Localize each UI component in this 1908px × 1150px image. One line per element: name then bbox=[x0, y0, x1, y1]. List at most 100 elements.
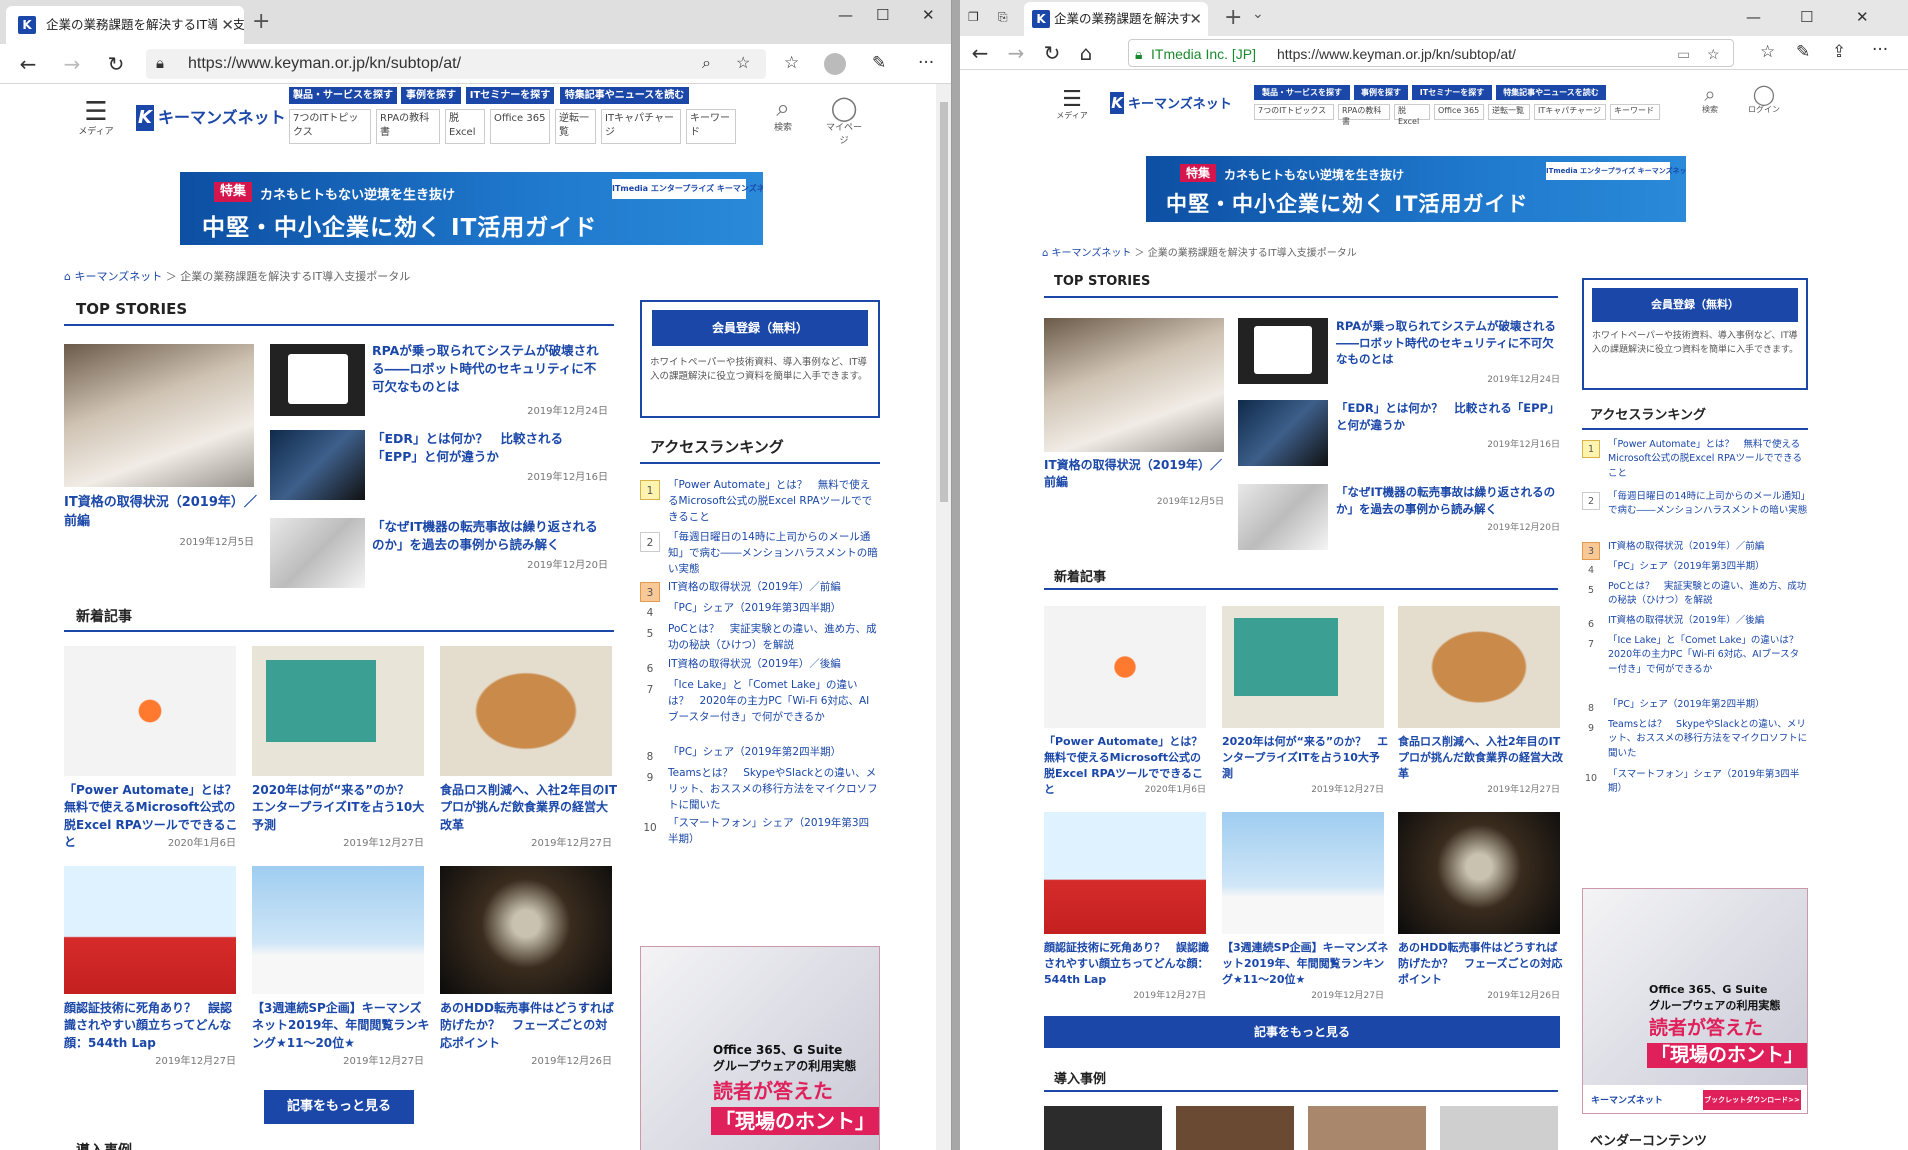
article-5-image[interactable] bbox=[252, 866, 424, 994]
ranking-title[interactable]: 「スマートフォン」シェア（2019年第3四半期） bbox=[1608, 768, 1808, 797]
top-story-2-title[interactable]: 「EDR」とは何か？ 比較される「EPP」と何が違うか bbox=[372, 430, 608, 466]
site-logo[interactable]: K キーマンズネット bbox=[1110, 92, 1232, 114]
more-articles-button[interactable]: 記事をもっと見る bbox=[264, 1090, 414, 1124]
subnav-keyword[interactable]: キーワード bbox=[1610, 104, 1660, 120]
article-1-image[interactable] bbox=[64, 646, 236, 776]
top-story-main-image[interactable] bbox=[1044, 318, 1224, 452]
feature-banner[interactable]: 特集 カネもヒトもない逆境を生き抜け 中堅・中小企業に効く IT活用ガイド IT… bbox=[180, 172, 763, 245]
ranking-title[interactable]: 「Ice Lake」と「Comet Lake」の違いは？ 2020年の主力PC「… bbox=[1608, 634, 1808, 677]
chain-lock-image[interactable] bbox=[270, 518, 365, 588]
top-story-1-title[interactable]: RPAが乗っ取られてシステムが破壊される――ロボット時代のセキュリティに不可欠な… bbox=[372, 342, 608, 396]
article-3-image[interactable] bbox=[1398, 606, 1560, 728]
scrollbar-thumb[interactable] bbox=[940, 102, 948, 502]
share-icon[interactable]: ⇪ bbox=[1832, 42, 1846, 62]
nav-articles[interactable]: 特集記事やニュースを読む bbox=[560, 87, 689, 104]
more-menu-icon[interactable]: ··· bbox=[918, 53, 934, 73]
article-3-title[interactable]: 食品ロス削減へ、入社2年目のITプロが挑んだ飲食業界の経営大改革 bbox=[1398, 734, 1566, 782]
article-4-title[interactable]: 顔認証技術に死角あり？ 誤認識されやすい顔立ちってどんな顔：544th Lap bbox=[1044, 940, 1212, 988]
article-3-image[interactable] bbox=[440, 646, 612, 776]
browser-tab[interactable]: K 企業の業務課題を解決するIT導入支援ポータル - キーマンズネット ✕ bbox=[6, 6, 244, 44]
ad-banner[interactable]: Office 365、G Suite グループウェアの利用実態 読者が答えた 「… bbox=[1582, 888, 1808, 1114]
subnav-list[interactable]: 逆転一覧 bbox=[1488, 104, 1530, 120]
maximize-icon[interactable]: ☐ bbox=[1800, 8, 1813, 26]
article-6-title[interactable]: あのHDD転売事件はどうすれば防げたか？ フェーズごとの対応ポイント bbox=[1398, 940, 1566, 988]
favorite-star-icon[interactable]: ☆ bbox=[1707, 40, 1720, 68]
zoom-icon[interactable]: ⌕ bbox=[702, 49, 711, 79]
member-register-button[interactable]: 会員登録（無料） bbox=[1592, 288, 1798, 322]
ranking-title[interactable]: 「Ice Lake」と「Comet Lake」の違いは？ 2020年の主力PC「… bbox=[668, 678, 878, 725]
subnav-rpa[interactable]: RPAの教科書 bbox=[1338, 104, 1390, 126]
home-icon[interactable]: ⌂ bbox=[1072, 39, 1100, 67]
ranking-title[interactable]: 「PC」シェア（2019年第2四半期） bbox=[668, 745, 878, 761]
top-story-2-title[interactable]: 「EDR」とは何か？ 比較される「EPP」と何が違うか bbox=[1336, 400, 1560, 433]
article-4-image[interactable] bbox=[64, 866, 236, 994]
back-icon[interactable]: ← bbox=[14, 50, 42, 78]
favorites-hub-icon[interactable]: ☆ bbox=[1760, 42, 1775, 62]
robot-image[interactable] bbox=[270, 344, 365, 416]
article-6-image[interactable] bbox=[1398, 812, 1560, 934]
ad-download-button[interactable]: ブックレットダウンロード>> bbox=[1703, 1090, 1801, 1110]
subnav-rpa[interactable]: RPAの教科書 bbox=[376, 109, 440, 144]
close-window-icon[interactable]: ✕ bbox=[1856, 8, 1869, 26]
reading-view-icon[interactable]: ▭ bbox=[1677, 40, 1690, 68]
subnav-topics[interactable]: 7つのITトピックス bbox=[1254, 104, 1334, 120]
breadcrumb-home[interactable]: キーマンズネット bbox=[74, 270, 162, 283]
top-story-main-image[interactable] bbox=[64, 344, 254, 487]
forward-icon[interactable]: → bbox=[1002, 39, 1030, 67]
ad-banner[interactable]: Office 365、G Suite グループウェアの利用実態 読者が答えた 「… bbox=[640, 946, 880, 1150]
nav-products[interactable]: 製品・サービスを探す bbox=[289, 87, 397, 104]
case-1-image[interactable] bbox=[1044, 1106, 1162, 1150]
article-2-image[interactable] bbox=[252, 646, 424, 776]
profile-avatar-icon[interactable] bbox=[824, 53, 846, 75]
refresh-icon[interactable]: ↻ bbox=[102, 50, 130, 78]
nav-cases[interactable]: 事例を探す bbox=[1354, 85, 1408, 100]
ranking-title[interactable]: 「スマートフォン」シェア（2019年第3四半期） bbox=[668, 816, 878, 848]
site-logo[interactable]: K キーマンズネット bbox=[136, 104, 286, 131]
nav-seminars[interactable]: ITセミナーを探す bbox=[466, 87, 554, 104]
address-bar[interactable]: 🔒︎ https://www.keyman.or.jp/kn/subtop/at… bbox=[146, 49, 766, 79]
favorites-icon[interactable]: ☆ bbox=[784, 53, 799, 73]
ranking-title[interactable]: 「毎週日曜日の14時に上司からのメール通知」で病む――メンションハラスメントの暗… bbox=[668, 530, 878, 577]
ranking-title[interactable]: IT資格の取得状況（2019年）／前編 bbox=[1608, 540, 1808, 554]
search-button[interactable]: ⌕ 検索 bbox=[768, 96, 798, 133]
ranking-title[interactable]: IT資格の取得状況（2019年）／前編 bbox=[668, 580, 878, 596]
ranking-title[interactable]: IT資格の取得状況（2019年）／後編 bbox=[668, 657, 878, 673]
top-story-1-title[interactable]: RPAが乗っ取られてシステムが破壊される――ロボット時代のセキュリティに不可欠な… bbox=[1336, 318, 1560, 368]
article-3-title[interactable]: 食品ロス削減へ、入社2年目のITプロが挑んだ飲食業界の経営大改革 bbox=[440, 782, 618, 834]
article-5-image[interactable] bbox=[1222, 812, 1384, 934]
top-story-3-title[interactable]: 「なぜIT機器の転売事故は繰り返されるのか」を過去の事例から読み解く bbox=[372, 518, 608, 554]
share-icon[interactable]: ✎ bbox=[872, 53, 886, 73]
chain-lock-image[interactable] bbox=[1238, 484, 1328, 550]
member-register-button[interactable]: 会員登録（無料） bbox=[652, 310, 868, 346]
maximize-icon[interactable]: ☐ bbox=[876, 6, 889, 24]
scrollbar[interactable] bbox=[936, 84, 951, 1150]
close-tab-icon[interactable]: ✕ bbox=[217, 6, 234, 44]
nav-products[interactable]: 製品・サービスを探す bbox=[1254, 85, 1350, 100]
ranking-title[interactable]: Teamsとは？ SkypeやSlackとの違い、メリット、おススメの移行方法を… bbox=[668, 766, 878, 813]
article-1-image[interactable] bbox=[1044, 606, 1206, 728]
search-button[interactable]: ⌕ 検索 bbox=[1696, 84, 1724, 115]
ranking-title[interactable]: Teamsとは？ SkypeやSlackとの違い、メリット、おススメの移行方法を… bbox=[1608, 718, 1808, 761]
article-5-title[interactable]: 【3週連続SP企画】キーマンズネット2019年、年間閲覧ランキング★11～20位… bbox=[252, 1000, 430, 1052]
set-aside-icon[interactable]: ⎘ bbox=[998, 10, 1008, 25]
ranking-title[interactable]: 「Power Automate」とは？ 無料で使えるMicrosoft公式の脱E… bbox=[1608, 438, 1808, 481]
top-story-3-title[interactable]: 「なぜIT機器の転売事故は繰り返されるのか」を過去の事例から読み解く bbox=[1336, 484, 1560, 517]
subnav-list[interactable]: 逆転一覧 bbox=[555, 109, 596, 144]
refresh-icon[interactable]: ↻ bbox=[1038, 39, 1066, 67]
login-button[interactable]: ◯ ログイン bbox=[1744, 84, 1784, 115]
ranking-title[interactable]: 「PC」シェア（2019年第3四半期） bbox=[1608, 560, 1808, 574]
subnav-excel[interactable]: 脱Excel bbox=[1394, 104, 1430, 126]
ranking-title[interactable]: IT資格の取得状況（2019年）／後編 bbox=[1608, 614, 1808, 628]
top-story-main-title[interactable]: IT資格の取得状況（2019年）／前編 bbox=[64, 494, 264, 532]
back-icon[interactable]: ← bbox=[966, 39, 994, 67]
browser-tab[interactable]: K 企業の業務課題を解決す ✕ bbox=[1024, 2, 1208, 36]
web-note-icon[interactable]: ✎ bbox=[1796, 42, 1810, 62]
ranking-title[interactable]: 「Power Automate」とは？ 無料で使えるMicrosoft公式の脱E… bbox=[668, 478, 878, 525]
media-menu[interactable]: ☰ メディア bbox=[1054, 89, 1090, 121]
ranking-title[interactable]: 「PC」シェア（2019年第2四半期） bbox=[1608, 698, 1808, 712]
subnav-itcapacharge[interactable]: ITキャパチャージ bbox=[1534, 104, 1606, 120]
subnav-keyword[interactable]: キーワード bbox=[686, 109, 736, 144]
article-4-title[interactable]: 顔認証技術に死角あり？ 誤認識されやすい顔立ちってどんな顔：544th Lap bbox=[64, 1000, 242, 1052]
tab-actions-icon[interactable]: ❐ bbox=[968, 10, 979, 24]
ranking-title[interactable]: PoCとは？ 実証実験との違い、進め方、成功の秘訣（ひけつ）を解説 bbox=[668, 622, 878, 654]
